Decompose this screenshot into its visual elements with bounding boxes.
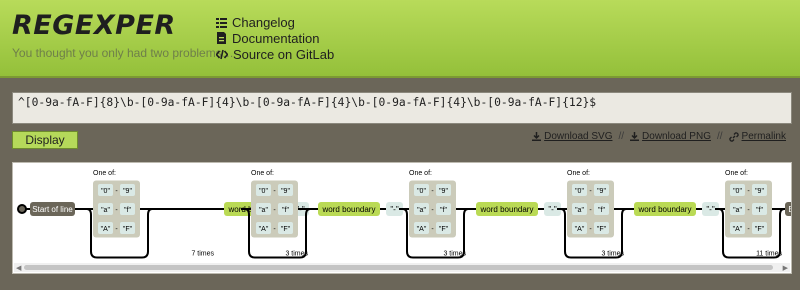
railroad-diagram: Start of line One of: "0" - "9" "a" - "f" "A" - "F… [12, 162, 792, 274]
download-png-link[interactable]: Download PNG [630, 131, 711, 142]
source-label: Source on GitLab [233, 46, 335, 62]
repeat-count-label: 3 times [285, 251, 308, 258]
download-icon [532, 132, 542, 141]
range-to-label: "9" [755, 188, 764, 195]
list-icon [216, 17, 227, 28]
range-from-label: "0" [101, 188, 110, 195]
range-from-label: "A" [733, 226, 743, 233]
horizontal-scrollbar[interactable]: ◀ ▶ [14, 263, 790, 272]
range-from-label: "a" [101, 207, 110, 214]
range-from-label: "0" [259, 188, 268, 195]
range-from-label: "a" [733, 207, 742, 214]
dash-literal-node-label: "-" [548, 205, 557, 214]
nav-links: Changelog Documentation Source on GitLab [216, 14, 334, 62]
repeat-count-label: 3 times [443, 251, 466, 258]
scroll-right-icon[interactable]: ▶ [783, 264, 788, 272]
tagline: You thought you only had two problems… [12, 46, 234, 60]
header: REGEXPER You thought you only had two pr… [0, 0, 800, 78]
start-marker [17, 204, 27, 214]
one-of-label: One of: [251, 170, 274, 177]
dash-literal-node-label: "-" [706, 205, 715, 214]
word-boundary-node-label: word boundary [322, 205, 376, 214]
one-of-label: One of: [725, 170, 748, 177]
scrollbar-thumb[interactable] [24, 265, 773, 270]
range-to-label: "F" [281, 226, 291, 233]
app-logo[interactable]: REGEXPER [12, 10, 176, 41]
scroll-left-icon[interactable]: ◀ [16, 264, 21, 272]
end-of-line-node-label: E [788, 205, 792, 214]
range-to-label: "F" [597, 226, 607, 233]
range-from-label: "0" [417, 188, 426, 195]
start-of-line-node-label: Start of line [32, 205, 73, 214]
documentation-link[interactable]: Documentation [216, 30, 334, 46]
documentation-label: Documentation [232, 30, 320, 46]
range-to-label: "f" [756, 207, 763, 214]
code-icon [216, 49, 228, 59]
download-png-label: Download PNG [642, 131, 711, 142]
one-of-label: One of: [409, 170, 432, 177]
book-icon [217, 32, 226, 44]
range-to-label: "f" [598, 207, 605, 214]
range-from-label: "A" [417, 226, 427, 233]
permalink-link[interactable]: Permalink [728, 131, 786, 142]
repeat-count-label: 11 times [756, 251, 782, 258]
download-svg-label: Download SVG [544, 131, 613, 142]
range-to-label: "F" [123, 226, 133, 233]
range-to-label: "9" [439, 188, 448, 195]
repeat-count-label: 7 times [191, 251, 214, 258]
range-to-label: "f" [440, 207, 447, 214]
range-from-label: "a" [575, 207, 584, 214]
source-link[interactable]: Source on GitLab [216, 46, 334, 62]
range-from-label: "A" [575, 226, 585, 233]
range-from-label: "A" [101, 226, 111, 233]
range-from-label: "0" [575, 188, 584, 195]
download-svg-link[interactable]: Download SVG [532, 131, 612, 142]
download-icon [630, 132, 640, 141]
one-of-label: One of: [567, 170, 590, 177]
range-from-label: "a" [417, 207, 426, 214]
link-icon [728, 131, 739, 142]
range-to-label: "f" [282, 207, 289, 214]
regex-input[interactable]: ^[0-9a-fA-F]{8}\b-[0-9a-fA-F]{4}\b-[0-9a… [12, 92, 792, 124]
range-from-label: "0" [733, 188, 742, 195]
download-links: Download SVG // Download PNG // Permalin… [532, 131, 786, 142]
display-button[interactable]: Display [12, 131, 78, 149]
range-from-label: "A" [259, 226, 269, 233]
range-to-label: "9" [123, 188, 132, 195]
range-to-label: "f" [124, 207, 131, 214]
range-to-label: "9" [281, 188, 290, 195]
range-to-label: "F" [755, 226, 765, 233]
repeat-count-label: 3 times [601, 251, 624, 258]
dash-literal-node-label: "-" [390, 205, 399, 214]
word-boundary-node-label: word boundary [480, 205, 534, 214]
one-of-label: One of: [93, 170, 116, 177]
separator: // [716, 131, 723, 142]
word-boundary-node-label: word boundary [638, 205, 692, 214]
changelog-label: Changelog [232, 14, 295, 30]
range-to-label: "9" [597, 188, 606, 195]
range-from-label: "a" [259, 207, 268, 214]
range-to-label: "F" [439, 226, 449, 233]
changelog-link[interactable]: Changelog [216, 14, 334, 30]
separator: // [618, 131, 625, 142]
railroad-svg: Start of lineOne of:"0" - "9""a" - "f""A" - "F… [17, 170, 792, 259]
permalink-label: Permalink [741, 131, 786, 142]
